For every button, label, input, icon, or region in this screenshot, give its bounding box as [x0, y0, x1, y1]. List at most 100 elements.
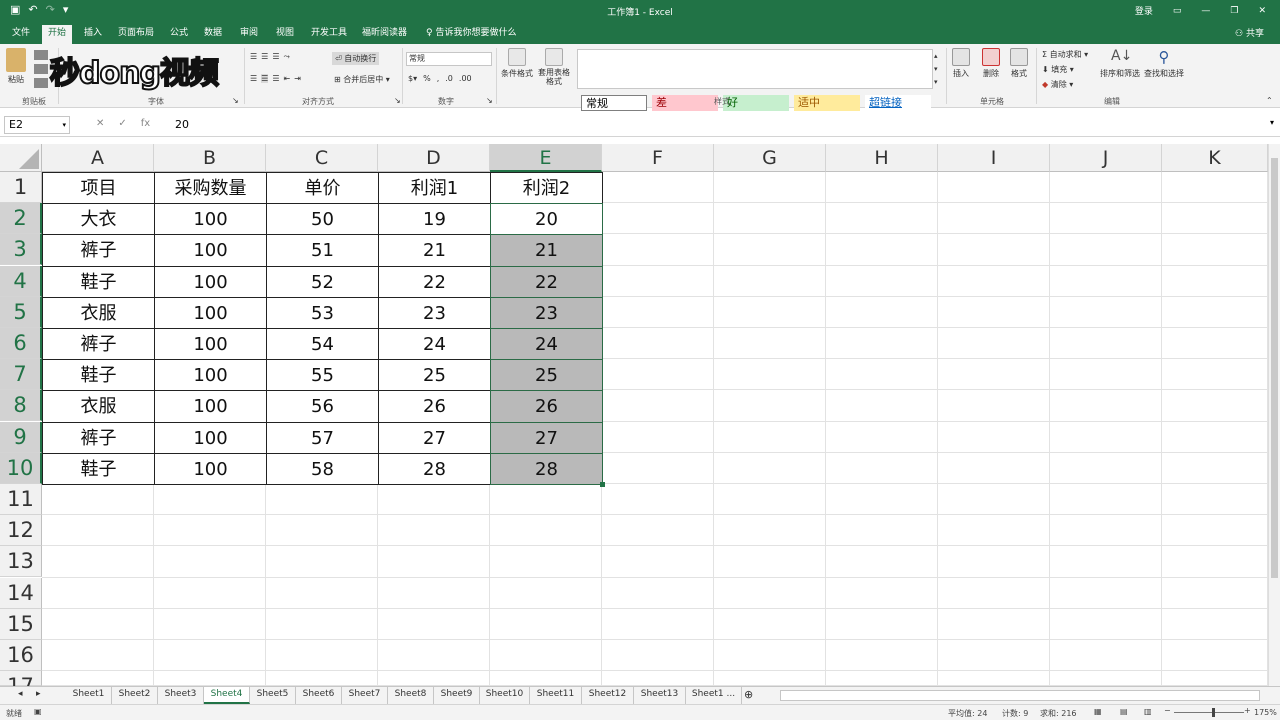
sheet-tab[interactable]: Sheet8	[388, 687, 434, 704]
table-cell[interactable]: 21	[378, 234, 491, 267]
add-sheet-icon[interactable]: ⊕	[744, 688, 753, 701]
grid-cell[interactable]	[1162, 640, 1268, 672]
grid-cell[interactable]	[938, 452, 1050, 484]
row-header-15[interactable]: 15	[0, 608, 42, 640]
orientation-icon[interactable]: ⤳	[284, 52, 290, 62]
merge-center-button[interactable]: ⊞ 合并后居中 ▾	[334, 74, 390, 85]
grid-cell[interactable]	[1162, 203, 1268, 235]
grid-cell[interactable]	[154, 577, 266, 609]
table-cell[interactable]: 衣服	[42, 390, 155, 423]
grid-cell[interactable]	[714, 608, 826, 640]
grid-cell[interactable]	[154, 484, 266, 516]
grid-cell[interactable]	[714, 640, 826, 672]
grid-cell[interactable]	[602, 328, 714, 360]
grid-cell[interactable]	[602, 671, 714, 686]
grid-cell[interactable]	[826, 328, 938, 360]
align-center-icon[interactable]: ☰	[261, 74, 269, 83]
grid-cell[interactable]	[938, 172, 1050, 204]
grid-cell[interactable]	[714, 328, 826, 360]
table-cell[interactable]: 20	[490, 203, 603, 236]
grid-cell[interactable]	[602, 421, 714, 453]
grid-cell[interactable]	[826, 265, 938, 297]
grid-cell[interactable]	[1162, 296, 1268, 328]
table-cell[interactable]: 19	[378, 203, 491, 236]
table-cell[interactable]: 鞋子	[42, 452, 155, 485]
grid-cell[interactable]	[714, 671, 826, 686]
table-cell[interactable]: 100	[154, 390, 267, 423]
grid-cell[interactable]	[1050, 452, 1162, 484]
column-header-c[interactable]: C	[266, 144, 378, 172]
grid-cell[interactable]	[1162, 546, 1268, 578]
table-cell[interactable]: 衣服	[42, 296, 155, 329]
fill-handle[interactable]	[600, 482, 605, 487]
grid-cell[interactable]	[1162, 577, 1268, 609]
row-header-13[interactable]: 13	[0, 546, 42, 578]
table-cell[interactable]: 27	[490, 421, 603, 454]
grid-cell[interactable]	[1050, 515, 1162, 547]
table-cell[interactable]: 22	[378, 265, 491, 298]
grid-cell[interactable]	[42, 671, 154, 686]
table-cell[interactable]: 100	[154, 452, 267, 485]
table-cell[interactable]: 54	[266, 328, 379, 361]
percent-icon[interactable]: %	[423, 74, 431, 83]
table-cell[interactable]: 22	[490, 265, 603, 298]
row-header-17[interactable]: 17	[0, 671, 42, 698]
align-left-icon[interactable]: ☰	[250, 74, 257, 83]
grid-cell[interactable]	[1050, 546, 1162, 578]
font-dialog-launcher-icon[interactable]: ↘	[232, 96, 239, 105]
table-cell[interactable]: 21	[490, 234, 603, 267]
row-header-14[interactable]: 14	[0, 577, 42, 609]
minimize-icon[interactable]: —	[1201, 6, 1210, 16]
tab-page-layout[interactable]: 页面布局	[112, 26, 160, 44]
grid-cell[interactable]	[266, 671, 378, 686]
grid-cell[interactable]	[938, 265, 1050, 297]
grid-cell[interactable]	[1050, 577, 1162, 609]
sheet-tab[interactable]: Sheet5	[250, 687, 296, 704]
grid-cell[interactable]	[490, 577, 602, 609]
row-header-2[interactable]: 2	[0, 203, 42, 235]
table-cell[interactable]: 100	[154, 328, 267, 361]
close-icon[interactable]: ✕	[1258, 6, 1266, 16]
grid-cell[interactable]	[154, 640, 266, 672]
clear-button[interactable]: ◆ 清除 ▾	[1042, 79, 1073, 90]
table-cell[interactable]: 58	[266, 452, 379, 485]
sheet-tab[interactable]: Sheet6	[296, 687, 342, 704]
grid-cell[interactable]	[1050, 608, 1162, 640]
grid-cell[interactable]	[266, 608, 378, 640]
grid-cell[interactable]	[266, 577, 378, 609]
table-header-cell[interactable]: 采购数量	[154, 172, 267, 205]
grid-cell[interactable]	[1162, 515, 1268, 547]
grid-cell[interactable]	[1050, 234, 1162, 266]
table-cell[interactable]: 大衣	[42, 203, 155, 236]
grid-cell[interactable]	[490, 671, 602, 686]
autosum-button[interactable]: Σ 自动求和 ▾	[1042, 49, 1088, 60]
tell-me-box[interactable]: ♀ 告诉我你想要做什么	[420, 26, 522, 44]
cell-style-item[interactable]: 差	[652, 95, 718, 111]
sheet-tab[interactable]: Sheet7	[342, 687, 388, 704]
decrease-decimal-icon[interactable]: .00	[459, 74, 472, 83]
grid-cell[interactable]	[154, 515, 266, 547]
grid-cell[interactable]	[602, 390, 714, 422]
table-cell[interactable]: 27	[378, 421, 491, 454]
row-header-7[interactable]: 7	[0, 359, 42, 391]
row-header-6[interactable]: 6	[0, 328, 42, 359]
fill-button[interactable]: ⬇ 填充 ▾	[1042, 64, 1074, 75]
collapse-ribbon-icon[interactable]: ⌃	[1266, 96, 1273, 105]
zoom-out-icon[interactable]: −	[1164, 706, 1171, 715]
grid-cell[interactable]	[42, 546, 154, 578]
sheet-tab[interactable]: Sheet9	[434, 687, 480, 704]
alignment-dialog-launcher-icon[interactable]: ↘	[394, 96, 401, 105]
align-bottom-icon[interactable]: ☰	[272, 52, 279, 62]
grid-cell[interactable]	[42, 577, 154, 609]
grid-cell[interactable]	[42, 640, 154, 672]
column-header-j[interactable]: J	[1050, 144, 1162, 172]
tab-foxit[interactable]: 福昕阅读器	[356, 26, 413, 44]
column-header-d[interactable]: D	[378, 144, 490, 172]
tab-file[interactable]: 文件	[6, 26, 36, 44]
table-cell[interactable]: 裤子	[42, 421, 155, 454]
sheet-tab[interactable]: Sheet1	[66, 687, 112, 704]
table-cell[interactable]: 25	[378, 359, 491, 392]
paste-button[interactable]: 粘贴	[6, 48, 26, 85]
table-cell[interactable]: 裤子	[42, 234, 155, 267]
grid-cell[interactable]	[602, 577, 714, 609]
